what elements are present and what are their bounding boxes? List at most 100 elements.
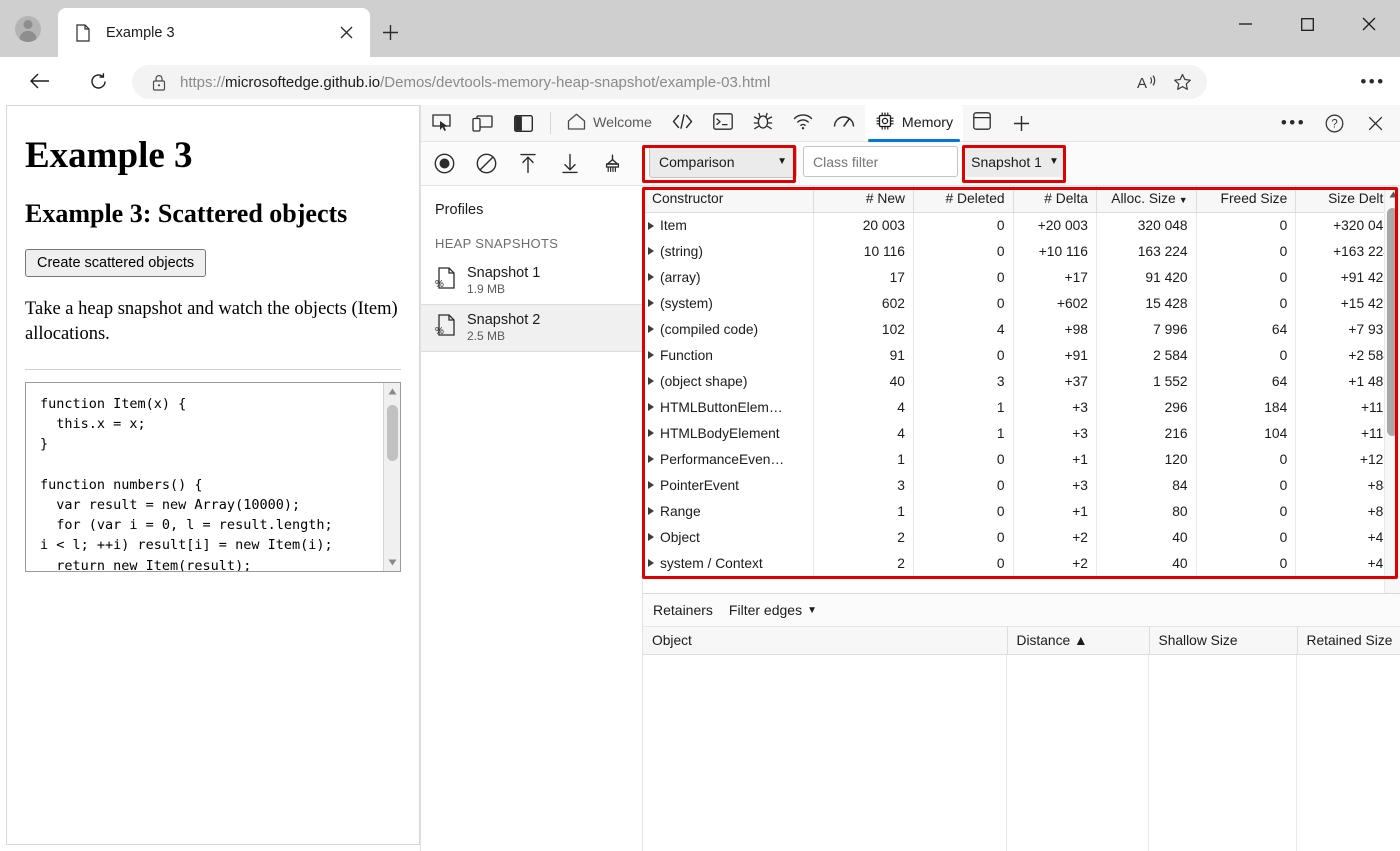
table-row[interactable]: HTMLBodyElement41+3216104+112 [643, 420, 1400, 446]
filter-edges-select[interactable]: Filter edges ▼ [729, 602, 817, 618]
expand-triangle-icon[interactable] [648, 273, 654, 281]
expand-triangle-icon[interactable] [648, 533, 654, 541]
cell-constructor[interactable]: (system) [643, 290, 814, 316]
close-window-button[interactable] [1338, 0, 1400, 48]
column-header-delta[interactable]: # Delta [1013, 186, 1096, 212]
expand-triangle-icon[interactable] [648, 507, 654, 515]
record-icon[interactable] [423, 147, 465, 181]
table-row[interactable]: (system)6020+60215 4280+15 428 [643, 290, 1400, 316]
code-scroll-thumb[interactable] [387, 405, 398, 461]
new-tab-button[interactable] [374, 16, 406, 48]
column-header-alloc-size[interactable]: Alloc. Size▼ [1096, 186, 1196, 212]
expand-triangle-icon[interactable] [648, 429, 654, 437]
collect-garbage-icon[interactable] [591, 147, 633, 181]
column-header-freed-size[interactable]: Freed Size [1196, 186, 1296, 212]
table-row[interactable]: (object shape)403+371 55264+1 488 [643, 368, 1400, 394]
cell-constructor[interactable]: system / Context [643, 550, 814, 576]
cell-constructor[interactable]: PointerEvent [643, 472, 814, 498]
tab-elements[interactable] [662, 105, 703, 141]
devtools-close-button[interactable] [1355, 105, 1396, 141]
expand-triangle-icon[interactable] [648, 455, 654, 463]
cell-constructor[interactable]: Item [643, 212, 814, 238]
table-row[interactable]: (string)10 1160+10 116163 2240+163 224 [643, 238, 1400, 264]
column-header-object[interactable]: Object [643, 627, 1007, 654]
column-header-deleted[interactable]: # Deleted [913, 186, 1013, 212]
table-row[interactable]: Object20+2400+40 [643, 524, 1400, 550]
tab-performance[interactable] [823, 105, 865, 141]
cell-constructor[interactable]: (compiled code) [643, 316, 814, 342]
device-emulation-icon[interactable] [462, 105, 503, 141]
class-filter-input[interactable]: Class filter [803, 146, 958, 177]
tab-console[interactable] [703, 105, 743, 141]
favorite-star-icon[interactable] [1165, 67, 1199, 97]
devtools-more-button[interactable]: ••• [1273, 105, 1314, 141]
table-row[interactable]: system / Context20+2400+40 [643, 550, 1400, 576]
column-header-constructor[interactable]: Constructor [643, 186, 814, 212]
table-row[interactable]: (compiled code)1024+987 99664+7 932 [643, 316, 1400, 342]
snapshot-compare-select[interactable]: Snapshot 1 ▼ [966, 146, 1064, 177]
tab-application[interactable] [963, 105, 1001, 141]
read-aloud-icon[interactable]: A [1131, 67, 1165, 97]
tab-memory[interactable]: Memory [865, 105, 963, 141]
clear-icon[interactable] [465, 147, 507, 181]
close-tab-icon[interactable] [332, 19, 360, 47]
constructors-scroll-thumb[interactable] [1387, 208, 1398, 436]
browser-tab[interactable]: Example 3 [58, 8, 370, 57]
cell-constructor[interactable]: Range [643, 498, 814, 524]
cell-constructor[interactable]: HTMLButtonElem… [643, 394, 814, 420]
snapshot-list-item[interactable]: % Snapshot 1 1.9 MB [421, 257, 642, 304]
column-header-new[interactable]: # New [814, 186, 914, 212]
save-icon[interactable] [549, 147, 591, 181]
expand-triangle-icon[interactable] [648, 481, 654, 489]
expand-triangle-icon[interactable] [648, 559, 654, 567]
column-header-retained-size[interactable]: Retained Size [1297, 627, 1400, 654]
cell-constructor[interactable]: Function [643, 342, 814, 368]
snapshot-list-item[interactable]: % Snapshot 2 2.5 MB [421, 304, 642, 351]
browser-settings-button[interactable]: ••• [1356, 70, 1390, 94]
table-row[interactable]: HTMLButtonElem…41+3296184+112 [643, 394, 1400, 420]
cell-constructor[interactable]: HTMLBodyElement [643, 420, 814, 446]
url-input[interactable]: https://microsoftedge.github.io/Demos/de… [132, 65, 1207, 99]
expand-triangle-icon[interactable] [648, 222, 654, 230]
load-icon[interactable] [507, 147, 549, 181]
cell-constructor[interactable]: (array) [643, 264, 814, 290]
column-header-distance[interactable]: Distance ▲ [1007, 627, 1149, 654]
maximize-button[interactable] [1276, 0, 1338, 48]
cell-constructor[interactable]: Object [643, 524, 814, 550]
cell-freed-size: 64 [1196, 316, 1296, 342]
cell-constructor[interactable]: (object shape) [643, 368, 814, 394]
scroll-up-icon[interactable] [384, 383, 401, 400]
tab-network[interactable] [783, 105, 823, 141]
inspect-element-icon[interactable] [421, 105, 462, 141]
add-devtools-tab-button[interactable] [1001, 105, 1042, 141]
expand-triangle-icon[interactable] [648, 299, 654, 307]
tab-debugger[interactable] [743, 105, 783, 141]
reload-button[interactable] [80, 63, 116, 99]
scroll-down-icon[interactable] [384, 554, 401, 571]
table-row[interactable]: Item20 0030+20 003320 0480+320 048 [643, 212, 1400, 238]
column-header-shallow-size[interactable]: Shallow Size [1149, 627, 1297, 654]
expand-triangle-icon[interactable] [648, 351, 654, 359]
minimize-button[interactable] [1214, 0, 1276, 48]
cell-constructor[interactable]: (string) [643, 238, 814, 264]
cell-constructor[interactable]: PerformanceEven… [643, 446, 814, 472]
expand-triangle-icon[interactable] [648, 325, 654, 333]
back-button[interactable] [22, 63, 58, 99]
table-row[interactable]: (array)170+1791 4200+91 420 [643, 264, 1400, 290]
table-row[interactable]: Function910+912 5840+2 584 [643, 342, 1400, 368]
expand-triangle-icon[interactable] [648, 403, 654, 411]
profile-button[interactable] [8, 12, 48, 46]
view-mode-select[interactable]: Comparison ▼ [649, 145, 797, 178]
lock-icon [142, 74, 176, 91]
create-scattered-objects-button[interactable]: Create scattered objects [25, 249, 206, 277]
dock-side-icon[interactable] [503, 105, 544, 141]
devtools-help-button[interactable]: ? [1314, 105, 1355, 141]
table-row[interactable]: Range10+1800+80 [643, 498, 1400, 524]
table-row[interactable]: PerformanceEven…10+11200+120 [643, 446, 1400, 472]
expand-triangle-icon[interactable] [648, 247, 654, 255]
expand-triangle-icon[interactable] [648, 377, 654, 385]
scroll-up-icon[interactable] [1385, 186, 1400, 203]
tab-welcome[interactable]: Welcome [557, 105, 662, 141]
table-row[interactable]: PointerEvent30+3840+84 [643, 472, 1400, 498]
code-scrollbar[interactable] [383, 383, 400, 571]
